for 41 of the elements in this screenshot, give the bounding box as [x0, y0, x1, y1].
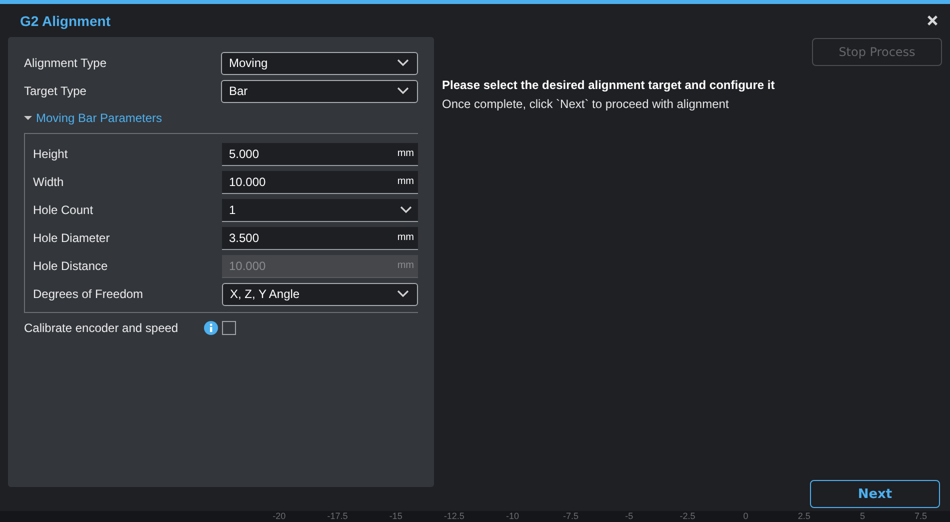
axis-tick-label: -12.5 [442, 511, 466, 522]
field-label: Height [33, 147, 69, 161]
field-label: Width [33, 175, 65, 189]
dropdown-field[interactable]: Moving [221, 52, 418, 74]
axis-tick-label: -7.5 [562, 511, 580, 522]
axis-tick-label: 5 [858, 511, 866, 522]
field-label: Degrees of Freedom [33, 287, 144, 301]
checkbox[interactable] [222, 321, 236, 335]
instruction-text: Once complete, click `Next` to proceed with alignment [442, 97, 730, 111]
info-icon[interactable] [204, 321, 218, 335]
axis-tick-label: 7.5 [914, 511, 928, 522]
next-button[interactable]: Next [810, 480, 940, 508]
checkbox-label: Calibrate encoder and speed [24, 321, 180, 335]
instruction-heading: Please select the desired alignment target and configure it [442, 78, 776, 92]
axis-tick-label: 0 [742, 511, 750, 522]
axis-tick-label: 2.5 [796, 511, 812, 522]
chevron-down-icon [397, 87, 409, 95]
section-toggle[interactable]: Moving Bar Parameters [36, 111, 162, 125]
field-label: Alignment Type [24, 56, 108, 70]
dialog-title: G2 Alignment [20, 12, 110, 28]
axis-tick-label: -15 [388, 511, 404, 522]
dropdown-field[interactable]: X, Z, Y Angle [222, 282, 418, 306]
close-icon[interactable] [927, 15, 938, 26]
field-label: Hole Distance [33, 259, 109, 273]
axis-tick-label: -5 [624, 511, 634, 522]
number-field[interactable]: 3.500 mm [222, 226, 418, 250]
field-label: Hole Count [33, 203, 94, 217]
field-label: Target Type [24, 84, 88, 98]
axis-tick-label: -2.5 [678, 511, 696, 522]
number-field[interactable]: 10.000 mm [222, 170, 418, 194]
number-field[interactable]: 5.000 mm [222, 142, 418, 166]
field-label: Hole Diameter [33, 231, 111, 245]
caret-down-icon[interactable] [24, 114, 32, 122]
chevron-down-icon [400, 206, 412, 214]
axis-tick-label: -10 [504, 511, 520, 522]
chevron-down-icon [397, 59, 409, 67]
axis-tick-label: -17.5 [326, 511, 349, 522]
chevron-down-icon [397, 290, 409, 298]
dropdown-field[interactable]: 1 [222, 198, 418, 222]
dropdown-field[interactable]: Bar [221, 80, 418, 102]
axis-tick-label: -20 [272, 511, 287, 522]
